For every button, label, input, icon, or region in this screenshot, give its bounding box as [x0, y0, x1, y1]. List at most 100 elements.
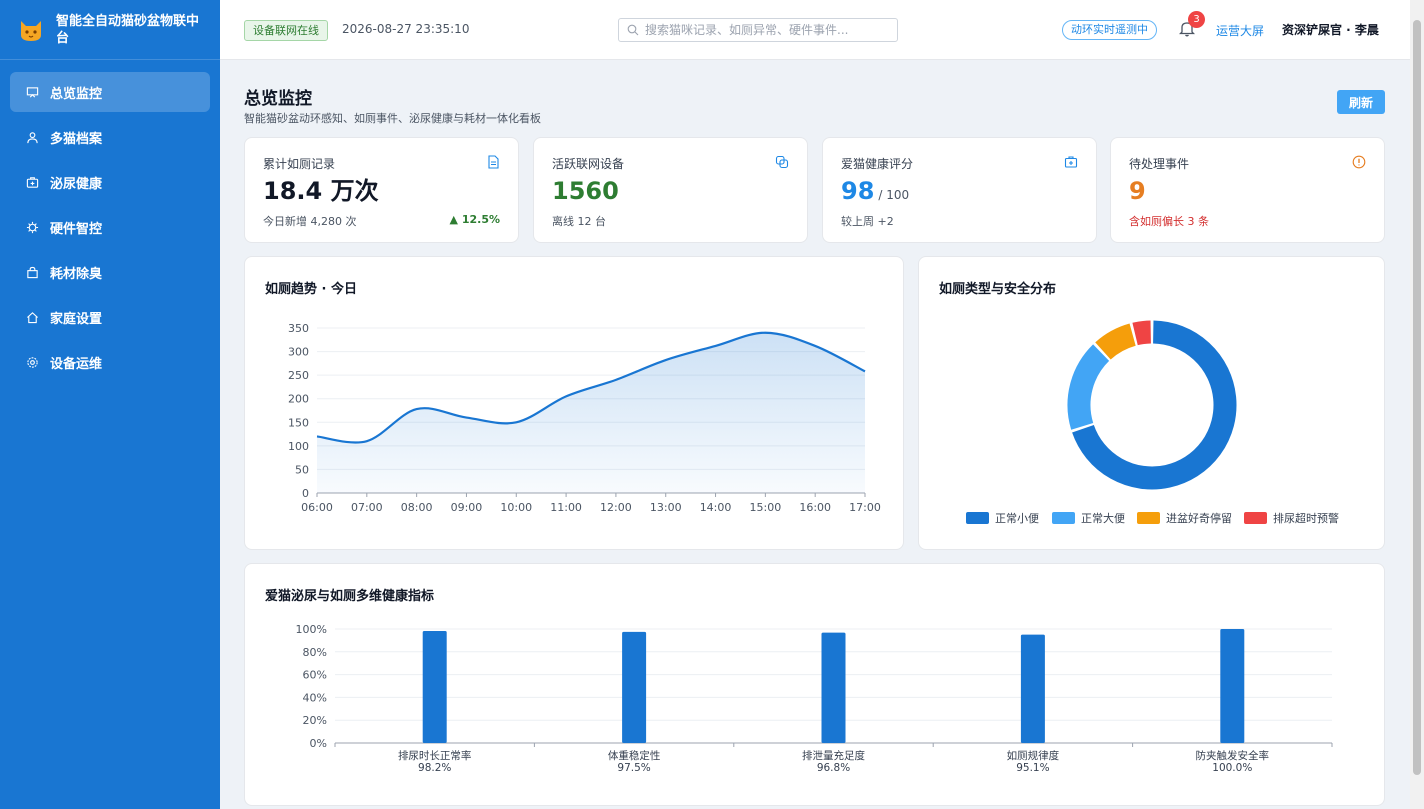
sidebar-item-home[interactable]: 家庭设置 [10, 297, 210, 337]
value-label: 97.5% [617, 762, 650, 774]
kpi-card-records: 累计如厕记录 18.4 万次 今日新增 4,280 次 ▲ 12.5% [244, 137, 519, 243]
kpi-value: 18.4 万次 [263, 177, 379, 205]
chip-icon [26, 221, 39, 233]
kpi-card-health-score: 爱猫健康评分 98/ 100 较上周 +2 [822, 137, 1097, 243]
category-label: 如厕规律度 [1007, 749, 1060, 762]
health-metrics-card: 爱猫泌尿与如厕多维健康指标 0% 20% 40% 60% 80% 100% 排尿时长正常率 9… [244, 563, 1385, 806]
kpi-card-devices: 活跃联网设备 1560 离线 12 台 [533, 137, 808, 243]
donut-slice [1132, 320, 1152, 346]
legend-label: 进盆好奇停留 [1166, 511, 1232, 525]
x-tick-label: 17:00 [849, 501, 881, 514]
y-tick-label: 300 [288, 346, 309, 359]
app-title-line1: 智能全自动猫砂盆物联中 [56, 13, 200, 29]
kpi-value-number: 98 [841, 177, 875, 205]
sidebar-item-maintenance[interactable]: 设备运维 [10, 342, 210, 382]
x-tick-label: 10:00 [500, 501, 532, 514]
trend-area-chart: 0 50 100 150 200 250 300 350 06:00 07:00 08:00 09:0… [288, 322, 881, 514]
sidebar-item-cats[interactable]: 多猫档案 [10, 117, 210, 157]
refresh-button[interactable]: 刷新 [1337, 90, 1385, 114]
x-tick-label: 08:00 [401, 501, 433, 514]
realtime-telemetry-badge[interactable]: 动环实时遥测中 [1062, 20, 1157, 40]
kpi-value: 98/ 100 [841, 176, 909, 210]
y-tick-label: 200 [288, 393, 309, 406]
topbar: 设备联网在线 2026-08-27 23:35:10 动环实时遥测中 3 运营大… [220, 0, 1410, 60]
sidebar-item-overview[interactable]: 总览监控 [10, 72, 210, 112]
value-label: 98.2% [418, 762, 451, 774]
sidebar-item-label: 多猫档案 [50, 131, 103, 147]
legend-label: 正常小便 [995, 512, 1039, 525]
y-tick-label: 0 [302, 487, 309, 500]
cat-logo-icon [21, 20, 41, 41]
medical-kit-icon [1064, 156, 1078, 168]
y-tick-label: 50 [295, 463, 309, 476]
kpi-value: 1560 [552, 177, 619, 205]
bar [1220, 629, 1245, 743]
value-label: 95.1% [1016, 762, 1049, 774]
bar [821, 632, 846, 743]
page-scrollbar[interactable] [1410, 0, 1424, 809]
x-tick-label: 13:00 [650, 501, 682, 514]
x-tick-label: 16:00 [799, 501, 831, 514]
sidebar-item-health[interactable]: 泌尿健康 [10, 162, 210, 202]
sidebar-nav: 总览监控 多猫档案 泌尿健康 硬件智控 耗材除臭 家庭设置 设备运维 [0, 60, 220, 382]
link-icon [775, 155, 789, 169]
page-title: 总览监控 [244, 89, 312, 109]
x-tick-label: 12:00 [600, 501, 632, 514]
x-tick-label: 07:00 [351, 501, 383, 514]
legend-label: 正常大便 [1081, 511, 1125, 525]
sidebar-item-consumables[interactable]: 耗材除臭 [10, 252, 210, 292]
x-tick-label: 06:00 [301, 501, 333, 514]
document-icon [488, 155, 499, 169]
y-tick-label: 250 [288, 369, 309, 382]
kpi-foot: 离线 12 台 [552, 215, 606, 228]
distribution-donut-chart: 正常小便 正常大便 进盆好奇停留 排尿超时预警 [966, 320, 1339, 525]
kpi-label: 累计如厕记录 [263, 157, 336, 171]
y-tick-label: 20% [303, 714, 327, 727]
kpi-trend: ▲ 12.5% [449, 213, 500, 226]
monitor-icon [26, 86, 39, 98]
kpi-denominator: / 100 [878, 188, 910, 202]
y-tick-label: 80% [303, 646, 327, 659]
y-tick-label: 100 [288, 440, 309, 453]
donut-card: 如厕类型与安全分布 正常小便 正常大便 进盆好奇停留 排尿超时预警 [918, 256, 1385, 550]
user-icon [27, 131, 38, 143]
x-tick-label: 11:00 [550, 501, 582, 514]
page-subtitle: 智能猫砂盆动环感知、如厕事件、泌尿健康与耗材一体化看板 [244, 112, 541, 125]
search-input[interactable] [645, 23, 875, 37]
datetime: 2026-08-27 23:35:10 [342, 22, 470, 36]
kpi-label: 待处理事件 [1129, 157, 1190, 171]
medical-kit-icon [26, 176, 39, 188]
search-box[interactable] [618, 18, 898, 42]
bar [622, 631, 647, 743]
donut-slice [1095, 323, 1137, 360]
donut-slice [1072, 320, 1237, 490]
bar [422, 631, 447, 743]
sidebar-item-hardware[interactable]: 硬件智控 [10, 207, 210, 247]
category-label: 防夹触发安全率 [1196, 749, 1270, 762]
search-icon [627, 24, 639, 36]
kpi-card-pending-events: 待处理事件 9 含如厕偏长 3 条 [1110, 137, 1385, 243]
bag-icon [27, 266, 38, 278]
app-title: 智能全自动猫砂盆物联中 台 [56, 13, 199, 47]
value-label: 100.0% [1212, 762, 1252, 774]
y-tick-label: 60% [303, 669, 327, 682]
scrollbar-thumb[interactable] [1413, 20, 1421, 775]
sidebar-item-label: 设备运维 [50, 356, 103, 372]
kpi-foot: 今日新增 4,280 次 [263, 215, 357, 228]
kpi-foot: 含如厕偏长 3 条 [1129, 215, 1209, 228]
trend-card: 如厕趋势 · 今日 0 50 100 150 200 250 300 350 06:00 07:0… [244, 256, 904, 550]
category-label: 体重稳定性 [608, 749, 661, 762]
y-tick-label: 100% [296, 623, 327, 636]
bar [1020, 634, 1045, 743]
sidebar: 智能全自动猫砂盆物联中 台 总览监控 多猫档案 泌尿健康 硬件智控 耗材除臭 家… [0, 0, 220, 809]
status-badge: 设备联网在线 [244, 20, 328, 41]
sidebar-item-label: 泌尿健康 [50, 176, 103, 192]
value-label: 96.8% [817, 762, 850, 774]
y-tick-label: 150 [288, 416, 309, 429]
user-name[interactable]: 资深铲屎官 · 李晨 [1282, 21, 1379, 38]
category-label: 排泄量充足度 [802, 749, 865, 762]
kpi-label: 活跃联网设备 [552, 157, 625, 171]
gear-icon [27, 356, 38, 368]
big-screen-link[interactable]: 运营大屏 [1216, 22, 1264, 39]
donut-slice [1067, 344, 1110, 430]
